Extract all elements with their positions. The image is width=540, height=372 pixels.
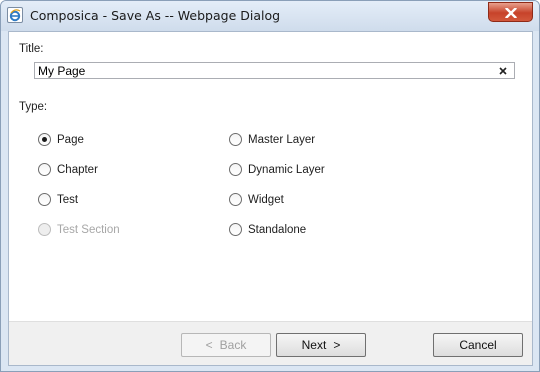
radio-button[interactable] [38, 193, 51, 206]
window-title: Composica - Save As -- Webpage Dialog [30, 8, 281, 23]
radio-button[interactable] [229, 133, 242, 146]
radio-button [38, 223, 51, 236]
type-option-test[interactable]: Test [38, 193, 78, 206]
back-arrow-icon: < [205, 338, 213, 352]
next-button-label: Next [301, 338, 327, 352]
back-button-label: Back [219, 338, 247, 352]
radio-label: Widget [248, 193, 284, 206]
radio-label: Test Section [57, 223, 120, 236]
radio-button[interactable] [229, 163, 242, 176]
next-arrow-icon: > [333, 338, 341, 352]
cancel-button-label: Cancel [459, 338, 497, 352]
close-button[interactable] [488, 2, 533, 22]
radio-label: Dynamic Layer [248, 163, 325, 176]
type-label: Type: [19, 101, 48, 113]
cancel-button[interactable]: Cancel [433, 333, 523, 357]
close-icon [505, 8, 517, 18]
radio-label: Master Layer [248, 133, 316, 146]
internet-explorer-icon [7, 7, 23, 23]
type-option-master-layer[interactable]: Master Layer [229, 133, 315, 146]
radio-label: Standalone [248, 223, 307, 236]
type-option-dynamic-layer[interactable]: Dynamic Layer [229, 163, 325, 176]
title-label: Title: [19, 43, 44, 55]
clear-icon[interactable] [497, 65, 509, 77]
title-input[interactable] [34, 62, 515, 79]
type-option-chapter[interactable]: Chapter [38, 163, 98, 176]
button-bar: < Back Next > Cancel [9, 321, 532, 365]
next-button[interactable]: Next > [276, 333, 366, 357]
radio-label: Test [57, 193, 79, 206]
radio-label: Page [57, 133, 84, 146]
dialog-content: Title: Type: Page Chapter Test Test Sect… [8, 31, 533, 366]
dialog-window: Composica - Save As -- Webpage Dialog Ti… [0, 0, 540, 372]
type-option-page[interactable]: Page [38, 133, 84, 146]
radio-button[interactable] [38, 133, 51, 146]
type-option-widget[interactable]: Widget [229, 193, 284, 206]
title-bar[interactable]: Composica - Save As -- Webpage Dialog [1, 1, 539, 31]
back-button: < Back [181, 333, 271, 357]
radio-button[interactable] [38, 163, 51, 176]
type-option-test-section: Test Section [38, 223, 120, 236]
radio-label: Chapter [57, 163, 98, 176]
radio-button[interactable] [229, 193, 242, 206]
radio-button[interactable] [229, 223, 242, 236]
type-option-standalone[interactable]: Standalone [229, 223, 306, 236]
